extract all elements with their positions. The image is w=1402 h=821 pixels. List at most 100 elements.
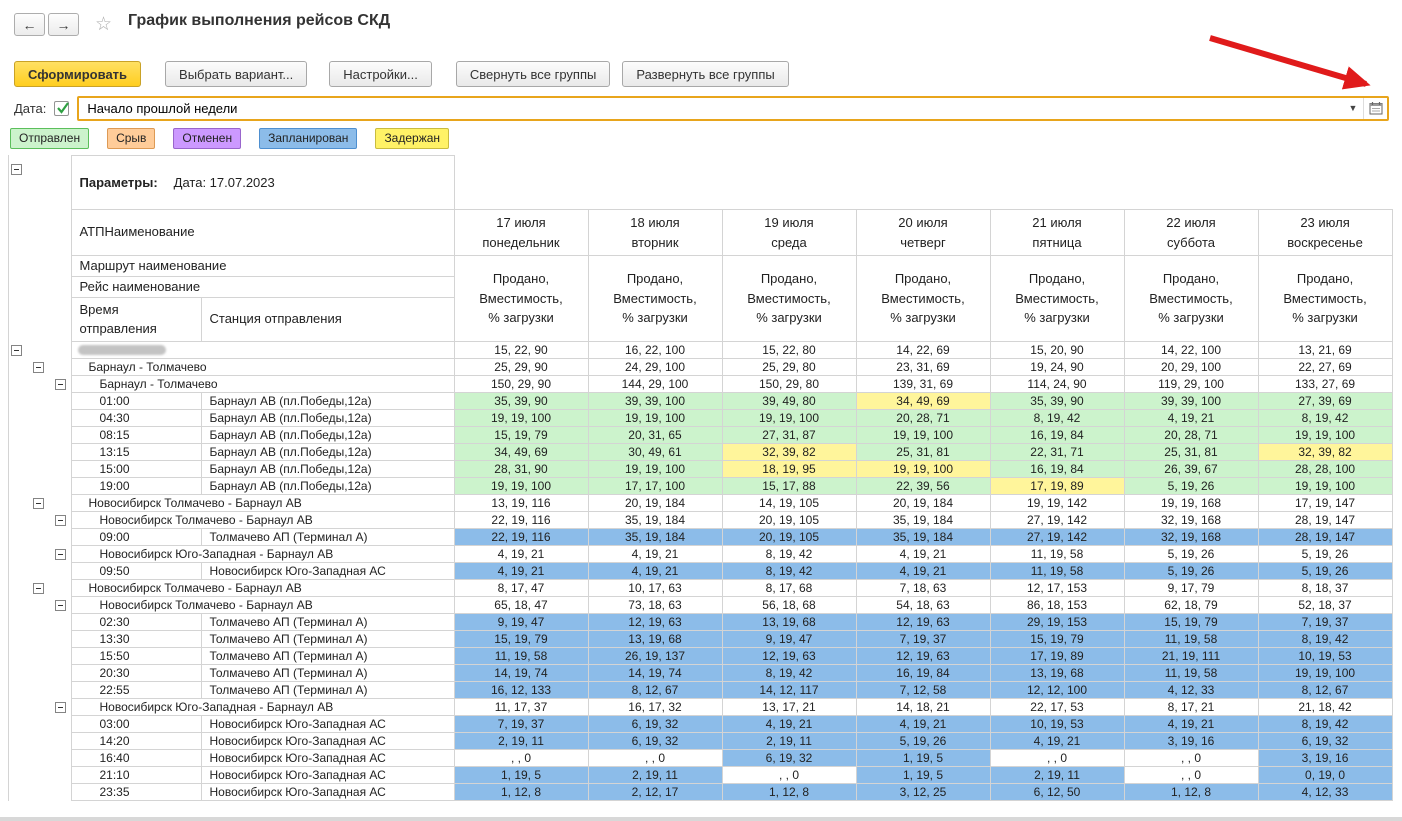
value-cell: 133, 27, 69: [1258, 376, 1392, 393]
trip-row: 15:00Барнаул АВ (пл.Победы,12а)28, 31, 9…: [9, 461, 1392, 478]
collapse-toggle[interactable]: [55, 515, 66, 526]
forward-arrow-icon: →: [57, 17, 71, 33]
group-name-cell: Барнаул - Толмачево: [71, 376, 454, 393]
trip-row: 03:00Новосибирск Юго-Западная АС7, 19, 3…: [9, 716, 1392, 733]
value-cell: 14, 19, 74: [454, 665, 588, 682]
value-cell: 14, 22, 100: [1124, 342, 1258, 359]
legend-chip-zaplanirovan: Запланирован: [259, 128, 357, 149]
departure-time-cell: 23:35: [71, 784, 201, 801]
favorite-star-icon[interactable]: ☆: [95, 13, 112, 36]
generate-button[interactable]: Сформировать: [14, 61, 141, 87]
value-cell: 2, 12, 17: [588, 784, 722, 801]
group-name-cell: Новосибирск Толмачево - Барнаул АВ: [71, 495, 454, 512]
tree-gutter-cell: [9, 614, 71, 631]
report-table: Параметры:Дата: 17.07.2023 АТПНаименован…: [8, 155, 1393, 801]
collapse-toggle[interactable]: [11, 345, 22, 356]
value-cell: 8, 12, 67: [1258, 682, 1392, 699]
station-cell: Барнаул АВ (пл.Победы,12а): [201, 427, 454, 444]
group-row: Новосибирск Юго-Западная - Барнаул АВ11,…: [9, 699, 1392, 716]
value-cell: 35, 39, 90: [990, 393, 1124, 410]
value-cell: 19, 19, 100: [454, 478, 588, 495]
tree-gutter-cell: [9, 444, 71, 461]
group-row: Барнаул - Толмачево25, 29, 9024, 29, 100…: [9, 359, 1392, 376]
date-filter-input[interactable]: [79, 98, 1343, 119]
collapse-all-button[interactable]: Свернуть все группы: [456, 61, 610, 87]
value-cell: 22, 39, 56: [856, 478, 990, 495]
station-cell: Толмачево АП (Терминал А): [201, 682, 454, 699]
value-cell: 22, 27, 69: [1258, 359, 1392, 376]
date-dropdown-button[interactable]: ▼: [1343, 98, 1363, 119]
tree-gutter-cell: [9, 410, 71, 427]
collapse-toggle[interactable]: [11, 164, 22, 175]
value-cell: 73, 18, 63: [588, 597, 722, 614]
value-cell: 4, 19, 21: [990, 733, 1124, 750]
collapse-toggle[interactable]: [33, 583, 44, 594]
value-cell: 32, 39, 82: [1258, 444, 1392, 461]
tree-gutter-cell: [9, 750, 71, 767]
app-window: ← → ☆ График выполнения рейсов СКД Сформ…: [0, 0, 1402, 821]
tree-gutter-cell: [9, 597, 71, 614]
value-cell: 35, 19, 184: [588, 529, 722, 546]
value-cell: 65, 18, 47: [454, 597, 588, 614]
value-cell: 34, 49, 69: [856, 393, 990, 410]
value-cell: 4, 19, 21: [856, 563, 990, 580]
value-cell: 11, 19, 58: [990, 546, 1124, 563]
value-cell: 19, 19, 168: [1124, 495, 1258, 512]
value-cell: 12, 19, 63: [856, 614, 990, 631]
choose-variant-button[interactable]: Выбрать вариант...: [165, 61, 307, 87]
expand-all-button[interactable]: Развернуть все группы: [622, 61, 788, 87]
value-cell: , , 0: [454, 750, 588, 767]
departure-time-cell: 20:30: [71, 665, 201, 682]
value-cell: 19, 19, 100: [454, 410, 588, 427]
collapse-toggle[interactable]: [33, 362, 44, 373]
calendar-button[interactable]: [1363, 98, 1387, 119]
value-cell: 6, 19, 32: [588, 733, 722, 750]
value-cell: 20, 29, 100: [1124, 359, 1258, 376]
date-filter-checkbox[interactable]: [54, 101, 69, 116]
params-row: Параметры:Дата: 17.07.2023: [9, 156, 1392, 210]
station-cell: Барнаул АВ (пл.Победы,12а): [201, 393, 454, 410]
value-cell: 20, 19, 184: [588, 495, 722, 512]
value-cell: 2, 19, 11: [588, 767, 722, 784]
value-cell: 11, 17, 37: [454, 699, 588, 716]
value-cell: 39, 39, 100: [588, 393, 722, 410]
value-cell: 28, 19, 147: [1258, 512, 1392, 529]
tree-gutter-cell: [9, 461, 71, 478]
toolbar: Сформировать Выбрать вариант... Настройк…: [14, 61, 789, 87]
collapse-toggle[interactable]: [33, 498, 44, 509]
collapse-toggle[interactable]: [55, 549, 66, 560]
value-cell: 17, 19, 147: [1258, 495, 1392, 512]
value-cell: 34, 49, 69: [454, 444, 588, 461]
settings-button[interactable]: Настройки...: [329, 61, 432, 87]
departure-time-cell: 09:00: [71, 529, 201, 546]
value-cell: 15, 19, 79: [1124, 614, 1258, 631]
value-cell: 14, 18, 21: [856, 699, 990, 716]
day-header-row: АТПНаименование 17 июля понедельник18 ию…: [9, 210, 1392, 256]
value-cell: 21, 18, 42: [1258, 699, 1392, 716]
value-cell: 19, 19, 100: [1258, 427, 1392, 444]
group-name-cell: [71, 342, 454, 359]
value-cell: 19, 19, 100: [1258, 665, 1392, 682]
collapse-toggle[interactable]: [55, 702, 66, 713]
back-button[interactable]: ←: [14, 13, 45, 36]
value-cell: 119, 29, 100: [1124, 376, 1258, 393]
value-cell: 56, 18, 68: [722, 597, 856, 614]
value-cell: 6, 19, 32: [1258, 733, 1392, 750]
group-row: Новосибирск Толмачево - Барнаул АВ8, 17,…: [9, 580, 1392, 597]
legend-chip-otmenen: Отменен: [173, 128, 241, 149]
departure-time-cell: 16:40: [71, 750, 201, 767]
trip-row: 09:50Новосибирск Юго-Западная АС4, 19, 2…: [9, 563, 1392, 580]
date-filter-field[interactable]: ▼: [77, 96, 1389, 121]
forward-button[interactable]: →: [48, 13, 79, 36]
collapse-toggle[interactable]: [55, 379, 66, 390]
value-cell: 5, 19, 26: [1124, 563, 1258, 580]
collapse-toggle[interactable]: [55, 600, 66, 611]
value-cell: 6, 12, 50: [990, 784, 1124, 801]
value-cell: 3, 19, 16: [1258, 750, 1392, 767]
tree-gutter-cell: [9, 631, 71, 648]
value-cell: 5, 19, 26: [856, 733, 990, 750]
departure-time-cell: 01:00: [71, 393, 201, 410]
value-cell: 14, 22, 69: [856, 342, 990, 359]
params-value: Дата: 17.07.2023: [174, 175, 275, 190]
value-cell: 19, 19, 142: [990, 495, 1124, 512]
